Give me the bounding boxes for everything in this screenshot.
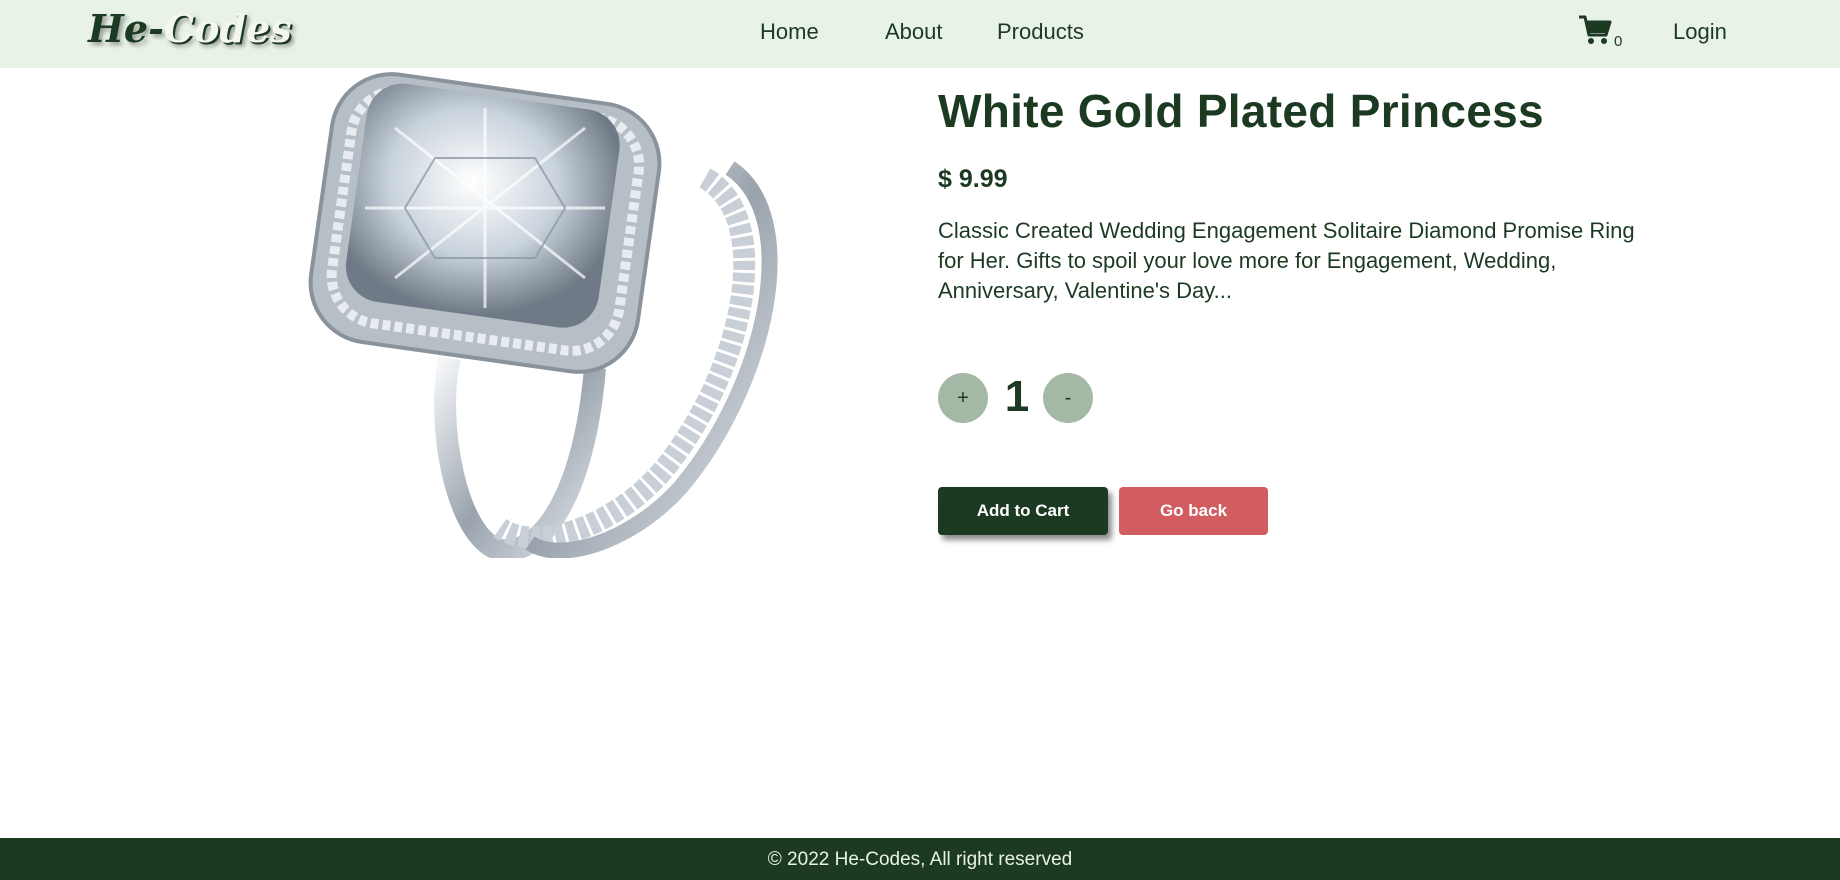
login-link[interactable]: Login	[1673, 19, 1727, 45]
product-description: Classic Created Wedding Engagement Solit…	[938, 218, 1635, 303]
quantity-value: 1	[1004, 372, 1030, 421]
cart-count-badge: 0	[1614, 33, 1623, 50]
nav-products-link[interactable]: Products	[997, 19, 1084, 45]
increment-quantity-button[interactable]: +	[938, 373, 988, 423]
product-title: White Gold Plated Princess	[938, 85, 1544, 137]
product-price: $ 9.99	[938, 165, 1008, 193]
nav-home-link[interactable]: Home	[760, 19, 819, 45]
logo-suffix: Codes	[163, 6, 292, 51]
go-back-button[interactable]: Go back	[1119, 487, 1268, 535]
product-image	[308, 72, 778, 558]
nav-about-link[interactable]: About	[885, 19, 943, 45]
decrement-quantity-button[interactable]: -	[1043, 373, 1093, 423]
cart-icon	[1579, 15, 1612, 44]
navbar: He-Codes Home About Products 0 Login	[0, 0, 1840, 68]
add-to-cart-button[interactable]: Add to Cart	[938, 487, 1108, 535]
footer-copyright: © 2022 He-Codes, All right reserved	[767, 849, 1073, 870]
logo-prefix: He-	[88, 6, 164, 51]
cart-button[interactable]: 0	[1578, 14, 1628, 54]
footer: © 2022 He-Codes, All right reserved	[0, 838, 1840, 880]
brand-logo[interactable]: He-Codes	[88, 6, 292, 51]
